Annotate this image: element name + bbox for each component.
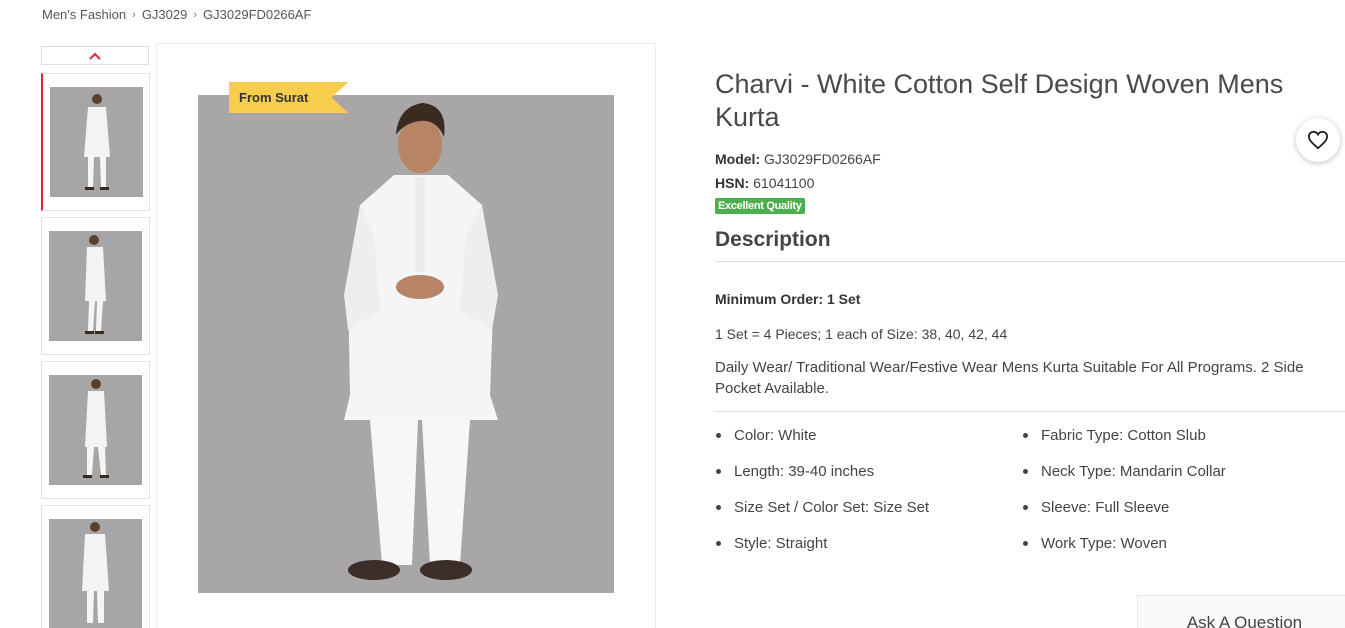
thumbnail-image xyxy=(49,87,143,197)
thumbnail-image xyxy=(49,519,142,628)
spec-text: Color: White xyxy=(734,427,817,444)
spec-item: Work Type: Woven xyxy=(1022,534,1329,553)
breadcrumb-link-mens-fashion[interactable]: Men's Fashion xyxy=(42,7,126,22)
bullet-icon xyxy=(1023,433,1028,438)
bullet-icon xyxy=(716,541,721,546)
spec-text: Size Set / Color Set: Size Set xyxy=(734,499,930,516)
thumbnail-image xyxy=(49,375,142,485)
spec-text: Sleeve: Full Sleeve xyxy=(1041,499,1170,516)
product-main-image[interactable] xyxy=(198,95,614,593)
model-value: GJ3029FD0266AF xyxy=(764,151,881,167)
model-row: Model: GJ3029FD0266AF xyxy=(715,147,1345,172)
minimum-order: Minimum Order: 1 Set xyxy=(715,291,861,307)
thumbnail-scroll-up-button[interactable] xyxy=(41,46,149,65)
spec-list: Color: White Fabric Type: Cotton Slub Le… xyxy=(715,426,1345,553)
set-info: 1 Set = 4 Pieces; 1 each of Size: 38, 40… xyxy=(715,326,1008,342)
quality-badge: Excellent Quality xyxy=(715,198,805,214)
spec-item: Size Set / Color Set: Size Set xyxy=(715,498,1022,517)
product-info: Charvi - White Cotton Self Design Woven … xyxy=(715,68,1345,553)
hsn-row: HSN: 61041100 xyxy=(715,171,1345,196)
bullet-icon xyxy=(716,469,721,474)
thumbnail-4[interactable] xyxy=(41,505,150,628)
main-image-frame: From Surat xyxy=(156,43,656,628)
thumbnail-1[interactable] xyxy=(41,73,150,211)
spec-text: Work Type: Woven xyxy=(1041,535,1167,552)
spec-item: Style: Straight xyxy=(715,534,1022,553)
spec-text: Fabric Type: Cotton Slub xyxy=(1041,427,1206,444)
origin-badge: From Surat xyxy=(229,82,349,113)
spec-item: Neck Type: Mandarin Collar xyxy=(1022,462,1329,481)
model-label: Model: xyxy=(715,151,761,167)
spec-text: Style: Straight xyxy=(734,535,828,552)
breadcrumb: Men's Fashion › GJ3029 › GJ3029FD0266AF xyxy=(42,7,311,22)
hsn-value: 61041100 xyxy=(753,175,815,191)
ask-question-button[interactable]: Ask A Question xyxy=(1137,595,1345,628)
product-title: Charvi - White Cotton Self Design Woven … xyxy=(715,69,1284,132)
spec-text: Neck Type: Mandarin Collar xyxy=(1041,463,1226,480)
description-text: Daily Wear/ Traditional Wear/Festive Wea… xyxy=(715,357,1345,412)
thumbnail-image xyxy=(49,231,142,341)
bullet-icon xyxy=(1023,505,1028,510)
spec-item: Fabric Type: Cotton Slub xyxy=(1022,426,1329,445)
bullet-icon xyxy=(1023,469,1028,474)
bullet-icon xyxy=(716,505,721,510)
breadcrumb-link-gj3029[interactable]: GJ3029 xyxy=(142,7,188,22)
spec-text: Length: 39-40 inches xyxy=(734,463,875,480)
spec-item: Color: White xyxy=(715,426,1022,445)
hsn-label: HSN: xyxy=(715,175,750,191)
chevron-right-icon: › xyxy=(193,8,198,21)
spec-item: Sleeve: Full Sleeve xyxy=(1022,498,1329,517)
product-meta: Model: GJ3029FD0266AF HSN: 61041100 xyxy=(715,147,1345,196)
bullet-icon xyxy=(1023,541,1028,546)
thumbnail-2[interactable] xyxy=(41,217,150,355)
bullet-icon xyxy=(716,433,721,438)
thumbnail-3[interactable] xyxy=(41,361,150,499)
breadcrumb-current: GJ3029FD0266AF xyxy=(203,7,312,22)
spec-item: Length: 39-40 inches xyxy=(715,462,1022,481)
chevron-right-icon: › xyxy=(132,8,136,21)
description-heading: Description xyxy=(715,228,1345,262)
chevron-up-icon xyxy=(89,52,101,60)
thumbnail-strip xyxy=(41,46,150,628)
